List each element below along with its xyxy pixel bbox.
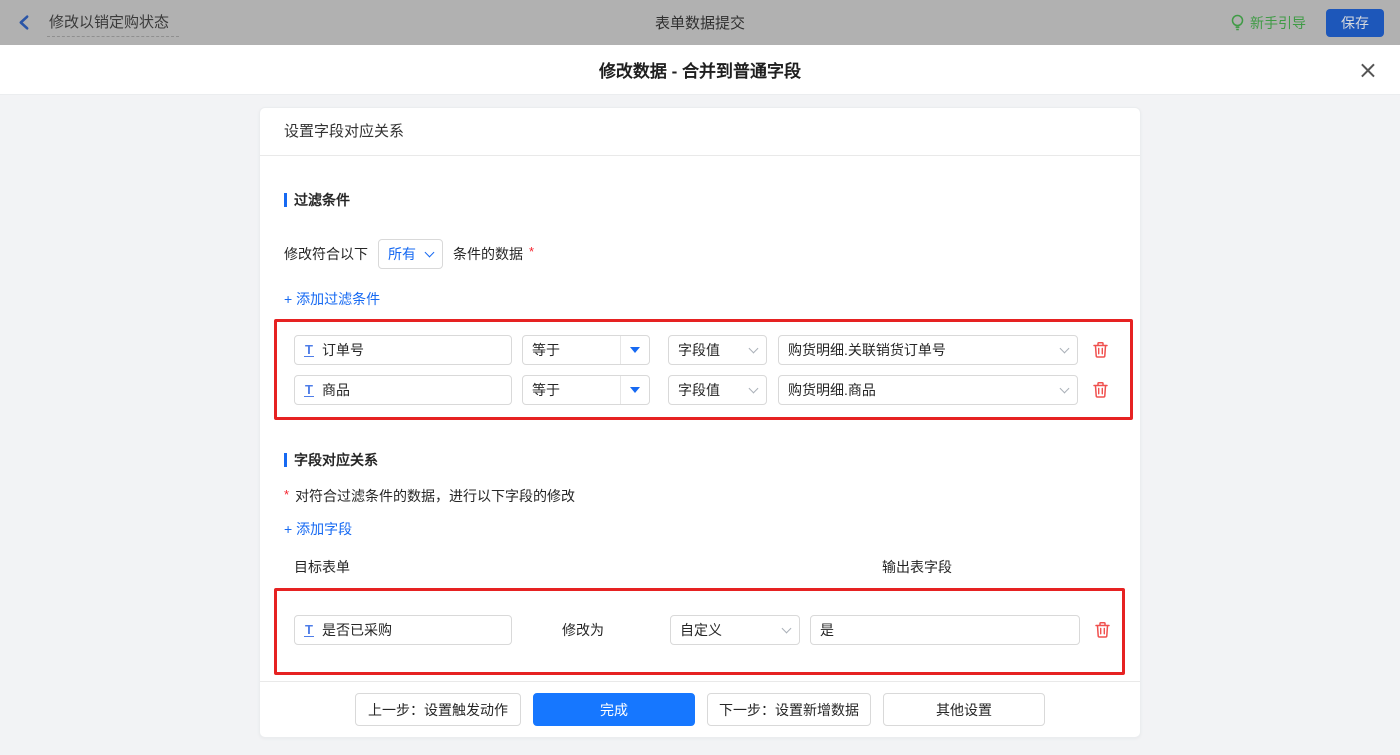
- other-settings-button[interactable]: 其他设置: [883, 693, 1045, 726]
- text-field-icon: T: [304, 382, 314, 397]
- delete-filter-button[interactable]: [1092, 381, 1109, 399]
- trash-icon: [1093, 382, 1108, 398]
- mapping-description: 对符合过滤条件的数据，进行以下字段的修改: [295, 488, 576, 504]
- add-filter-link[interactable]: + 添加过滤条件: [284, 289, 380, 309]
- text-field-icon: T: [304, 342, 314, 357]
- filter-field-value: 商品: [321, 382, 350, 398]
- filter-valuetype-select[interactable]: 字段值: [668, 335, 767, 365]
- beginner-guide-label: 新手引导: [1250, 14, 1306, 31]
- section-bar: [284, 453, 287, 467]
- filter-valuetype-value: 字段值: [678, 342, 720, 358]
- next-step-button[interactable]: 下一步：设置新增数据: [707, 693, 871, 726]
- required-mark: *: [529, 243, 535, 259]
- caret-down-icon: [630, 347, 640, 353]
- match-prefix-label: 修改符合以下: [284, 246, 368, 262]
- chevron-down-icon: [748, 383, 759, 393]
- filter-field-select[interactable]: T 订单号: [294, 335, 512, 365]
- delete-mapping-button[interactable]: [1094, 621, 1111, 639]
- filter-rows-highlight-box: T 订单号 等于 字段值 购货明细.关联销货订单号 T 商品 等于 字段值 购货…: [274, 319, 1133, 420]
- add-field-link[interactable]: + 添加字段: [284, 519, 352, 539]
- chevron-down-icon: [424, 247, 435, 257]
- mapping-row: T 是否已采购 修改为 自定义: [294, 615, 1122, 645]
- chevron-left-icon: [19, 15, 29, 30]
- modify-to-label: 修改为: [562, 622, 604, 638]
- output-field-column-label: 输出表字段: [882, 559, 952, 575]
- beginner-guide-link[interactable]: 新手引导: [1230, 13, 1306, 33]
- match-mode-select[interactable]: 所有: [378, 239, 443, 269]
- lightbulb-icon: [1231, 14, 1244, 31]
- prev-step-button[interactable]: 上一步：设置触发动作: [355, 693, 521, 726]
- target-form-column-label: 目标表单: [294, 559, 350, 575]
- mapping-field-value: 是否已采购: [321, 622, 392, 638]
- trash-icon: [1093, 342, 1108, 358]
- filter-operator-select[interactable]: 等于: [522, 375, 650, 405]
- modal-title: 修改数据 - 合并到普通字段: [598, 62, 802, 81]
- mapping-valuetype-select[interactable]: 自定义: [670, 615, 800, 645]
- filter-value-select[interactable]: 购货明细.关联销货订单号: [778, 335, 1078, 365]
- delete-filter-button[interactable]: [1092, 341, 1109, 359]
- mapping-rows-highlight-box: T 是否已采购 修改为 自定义: [274, 588, 1125, 675]
- filter-valuetype-select[interactable]: 字段值: [668, 375, 767, 405]
- page-title: 表单数据提交: [654, 15, 746, 32]
- operator-dropdown-zone[interactable]: [620, 376, 649, 404]
- chevron-down-icon: [1059, 383, 1070, 393]
- caret-down-icon: [630, 387, 640, 393]
- save-button[interactable]: 保存: [1326, 8, 1384, 37]
- filter-value-value: 购货明细.商品: [788, 382, 876, 398]
- filter-section-label: 过滤条件: [294, 192, 350, 208]
- filter-row: T 商品 等于 字段值 购货明细.商品: [294, 375, 1130, 405]
- chevron-down-icon: [748, 343, 759, 353]
- text-field-icon: T: [304, 622, 314, 637]
- required-mark: *: [284, 486, 290, 502]
- chevron-down-icon: [1059, 343, 1070, 353]
- mapping-section-label: 字段对应关系: [294, 452, 378, 468]
- filter-valuetype-value: 字段值: [678, 382, 720, 398]
- filter-operator-select[interactable]: 等于: [522, 335, 650, 365]
- chevron-down-icon: [781, 623, 792, 633]
- top-bar: 修改以销定购状态 表单数据提交 新手引导 保存: [0, 0, 1400, 45]
- filter-value-select[interactable]: 购货明细.商品: [778, 375, 1078, 405]
- filter-row: T 订单号 等于 字段值 购货明细.关联销货订单号: [294, 335, 1130, 365]
- mapping-value-input[interactable]: [810, 615, 1080, 645]
- modal-body: 设置字段对应关系 过滤条件 修改符合以下 所有 条件的数据 * + 添加过滤条件: [0, 107, 1400, 755]
- operator-dropdown-zone[interactable]: [620, 336, 649, 364]
- panel-footer: 上一步：设置触发动作 完成 下一步：设置新增数据 其他设置: [260, 681, 1140, 737]
- filter-section-title: 过滤条件: [284, 190, 1116, 210]
- back-button[interactable]: [16, 14, 33, 31]
- panel-header: 设置字段对应关系: [260, 108, 1140, 156]
- mapping-field-select[interactable]: T 是否已采购: [294, 615, 512, 645]
- modal-header: 修改数据 - 合并到普通字段 ×: [0, 45, 1400, 95]
- mapping-section-title: 字段对应关系: [284, 450, 1116, 470]
- filter-field-value: 订单号: [321, 342, 364, 358]
- done-button[interactable]: 完成: [533, 693, 695, 726]
- filter-field-select[interactable]: T 商品: [294, 375, 512, 405]
- match-suffix-label: 条件的数据: [453, 246, 523, 262]
- match-mode-value: 所有: [388, 246, 416, 262]
- filter-value-value: 购货明细.关联销货订单号: [788, 342, 946, 358]
- mapping-valuetype-value: 自定义: [680, 622, 722, 638]
- trash-icon: [1095, 622, 1110, 638]
- settings-panel: 设置字段对应关系 过滤条件 修改符合以下 所有 条件的数据 * + 添加过滤条件: [259, 107, 1141, 738]
- filter-operator-value: 等于: [532, 382, 560, 398]
- filter-operator-value: 等于: [532, 342, 560, 358]
- section-bar: [284, 193, 287, 207]
- close-icon[interactable]: ×: [1358, 58, 1378, 82]
- workflow-title[interactable]: 修改以销定购状态: [47, 9, 180, 37]
